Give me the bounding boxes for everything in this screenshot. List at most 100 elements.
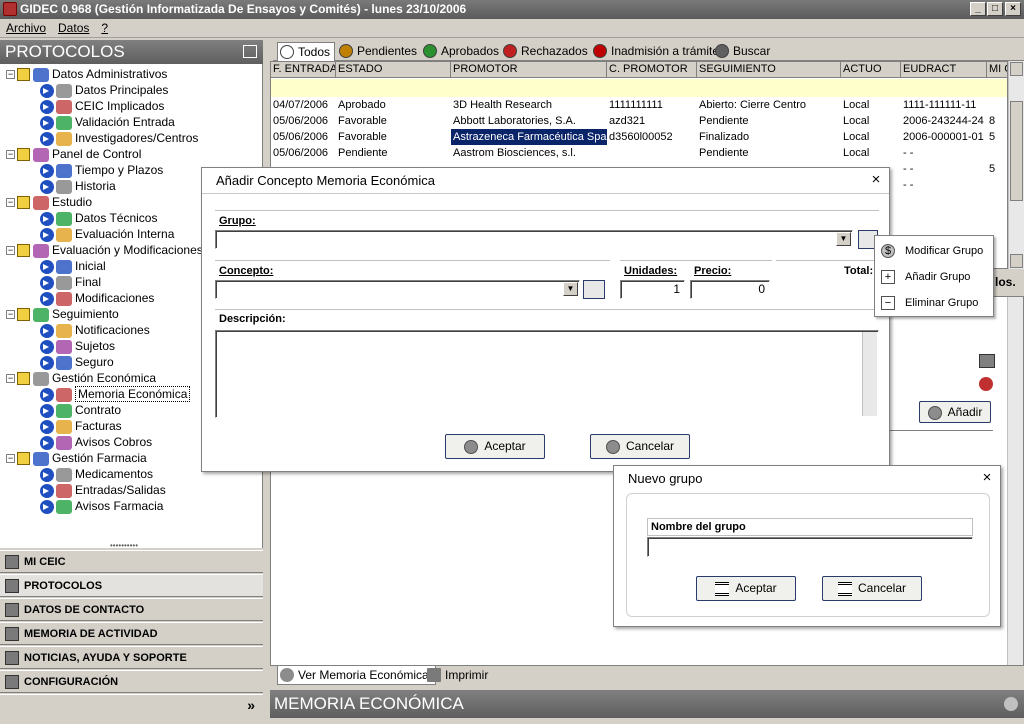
tree-item[interactable]: Avisos Farmacia <box>40 498 163 514</box>
table-cell[interactable]: Local <box>841 145 901 161</box>
tab-inadmisión[interactable]: Inadmisión a trámite <box>591 42 719 61</box>
table-cell[interactable]: Aprobado <box>336 97 451 113</box>
collapse-icon[interactable]: − <box>6 150 15 160</box>
nav-item[interactable]: CONFIGURACIÓN <box>0 670 263 693</box>
column-header[interactable]: EUDRACT <box>901 62 987 78</box>
table-cell[interactable]: d3560l00052 <box>607 129 697 145</box>
tree-item[interactable]: CEIC Implicados <box>40 98 164 114</box>
nav-item[interactable]: DATOS DE CONTACTO <box>0 598 263 621</box>
table-cell[interactable] <box>987 145 1007 161</box>
tab-imprimir[interactable]: Imprimir <box>425 666 492 685</box>
table-cell[interactable]: Aastrom Biosciences, s.l. <box>451 145 607 161</box>
table-cell[interactable]: 8 <box>987 113 1007 129</box>
column-header[interactable]: ACTUO <box>841 62 901 78</box>
printer-icon[interactable] <box>979 354 995 368</box>
table-cell[interactable]: - - <box>901 177 987 193</box>
table-cell[interactable]: Pendiente <box>697 113 841 129</box>
table-cell[interactable]: Finalizado <box>697 129 841 145</box>
tab-aprobados[interactable]: Aprobados <box>421 42 499 61</box>
tree-group[interactable]: − Panel de Control <box>6 146 141 162</box>
tab-rechazados[interactable]: Rechazados <box>501 42 588 61</box>
table-cell[interactable]: 5 <box>987 129 1007 145</box>
tree-item[interactable]: Evaluación Interna <box>40 226 174 242</box>
collapse-icon[interactable]: − <box>6 454 15 464</box>
tree-item[interactable]: Historia <box>40 178 116 194</box>
column-header[interactable]: MI C <box>987 62 1007 78</box>
nav-item[interactable]: PROTOCOLOS <box>0 574 263 597</box>
table-cell[interactable]: - - <box>901 145 987 161</box>
table-cell[interactable]: 1111111111 <box>607 97 697 113</box>
tree-item[interactable]: Avisos Cobros <box>40 434 152 450</box>
concepto-select[interactable]: ▼ <box>215 280 580 299</box>
table-cell[interactable] <box>987 177 1007 193</box>
table-cell[interactable]: - - <box>901 161 987 177</box>
table-cell[interactable]: Favorable <box>336 129 451 145</box>
tree-item[interactable]: Datos Técnicos <box>40 210 157 226</box>
new-group-close-button[interactable]: × <box>980 470 994 485</box>
column-header[interactable]: PROMOTOR <box>451 62 607 78</box>
context-menu-item[interactable]: + Añadir Grupo <box>875 266 993 288</box>
chevron-down-icon[interactable]: ▼ <box>563 282 578 296</box>
nav-item[interactable]: MI CEIC <box>0 550 263 573</box>
table-cell[interactable]: Local <box>841 97 901 113</box>
tree-item[interactable]: Contrato <box>40 402 121 418</box>
table-cell[interactable]: 1111-111111-11 <box>901 97 987 113</box>
tree-group[interactable]: − Seguimiento <box>6 306 119 322</box>
table-cell[interactable]: 3D Health Research <box>451 97 607 113</box>
tree-item[interactable]: Datos Principales <box>40 82 168 98</box>
tree-item[interactable]: Notificaciones <box>40 322 150 338</box>
descripcion-scrollbar[interactable] <box>862 332 877 416</box>
grid-filter-row[interactable] <box>271 79 1007 97</box>
table-cell[interactable]: 5 <box>987 161 1007 177</box>
accept-concept-button[interactable]: Aceptar <box>445 434 545 459</box>
table-cell[interactable] <box>987 97 1007 113</box>
tree-group[interactable]: − Gestión Farmacia <box>6 450 147 466</box>
group-name-input[interactable] <box>647 537 973 557</box>
minimize-button[interactable]: _ <box>970 2 986 16</box>
collapse-icon[interactable]: − <box>6 198 15 208</box>
tree-group[interactable]: − Gestión Económica <box>6 370 156 386</box>
tree-item[interactable]: Tiempo y Plazos <box>40 162 163 178</box>
tree-item[interactable]: Seguro <box>40 354 114 370</box>
table-cell[interactable]: 2006-243244-24 <box>901 113 987 129</box>
chevron-down-icon[interactable]: ▼ <box>836 232 851 246</box>
maximize-button[interactable]: □ <box>987 2 1003 16</box>
grupo-select[interactable]: ▼ <box>215 230 853 249</box>
unidades-field[interactable]: 1 <box>620 280 685 299</box>
collapse-icon[interactable]: − <box>6 70 15 80</box>
table-cell[interactable] <box>607 145 697 161</box>
tree-item[interactable]: Inicial <box>40 258 106 274</box>
table-cell[interactable]: Abbott Laboratories, S.A. <box>451 113 607 129</box>
collapse-icon[interactable]: − <box>6 374 15 384</box>
panel-splitter[interactable]: •••••••••• <box>110 541 138 550</box>
tab-pendientes[interactable]: Pendientes <box>337 42 417 61</box>
tree-group[interactable]: − Evaluación y Modificaciones <box>6 242 203 258</box>
table-cell[interactable]: Favorable <box>336 113 451 129</box>
table-cell[interactable]: 04/07/2006 <box>271 97 336 113</box>
delete-icon[interactable] <box>979 377 993 391</box>
tree-item[interactable]: Memoria Económica <box>40 386 191 402</box>
tree-group[interactable]: − Datos Administrativos <box>6 66 167 82</box>
table-cell[interactable]: azd321 <box>607 113 697 129</box>
dialog-close-button[interactable]: × <box>869 172 883 187</box>
tree-item[interactable]: Final <box>40 274 101 290</box>
column-header[interactable]: ESTADO <box>336 62 451 78</box>
table-cell[interactable]: 05/06/2006 <box>271 145 336 161</box>
nav-item[interactable]: MEMORIA DE ACTIVIDAD <box>0 622 263 645</box>
tree-item[interactable]: Entradas/Salidas <box>40 482 166 498</box>
column-header[interactable]: SEGUIMIENTO <box>697 62 841 78</box>
column-header[interactable]: C. PROMOTOR <box>607 62 697 78</box>
menu-datos[interactable]: Datos <box>52 19 95 37</box>
cancel-concept-button[interactable]: Cancelar <box>590 434 690 459</box>
table-cell[interactable]: Abierto: Cierre Centro <box>697 97 841 113</box>
tree-item[interactable]: Medicamentos <box>40 466 153 482</box>
panel-menu-icon[interactable] <box>243 45 257 58</box>
tab-ver-memoria[interactable]: Ver Memoria Económica <box>277 666 436 685</box>
lower-scrollbar[interactable] <box>1007 297 1023 665</box>
tab-buscar[interactable]: Buscar <box>713 42 770 61</box>
column-header[interactable]: F. ENTRADA <box>271 62 336 78</box>
collapse-icon[interactable]: − <box>6 310 15 320</box>
table-cell[interactable]: 2006-000001-01 <box>901 129 987 145</box>
expand-nav-icon[interactable]: » <box>247 697 255 713</box>
collapse-icon[interactable]: − <box>6 246 15 256</box>
